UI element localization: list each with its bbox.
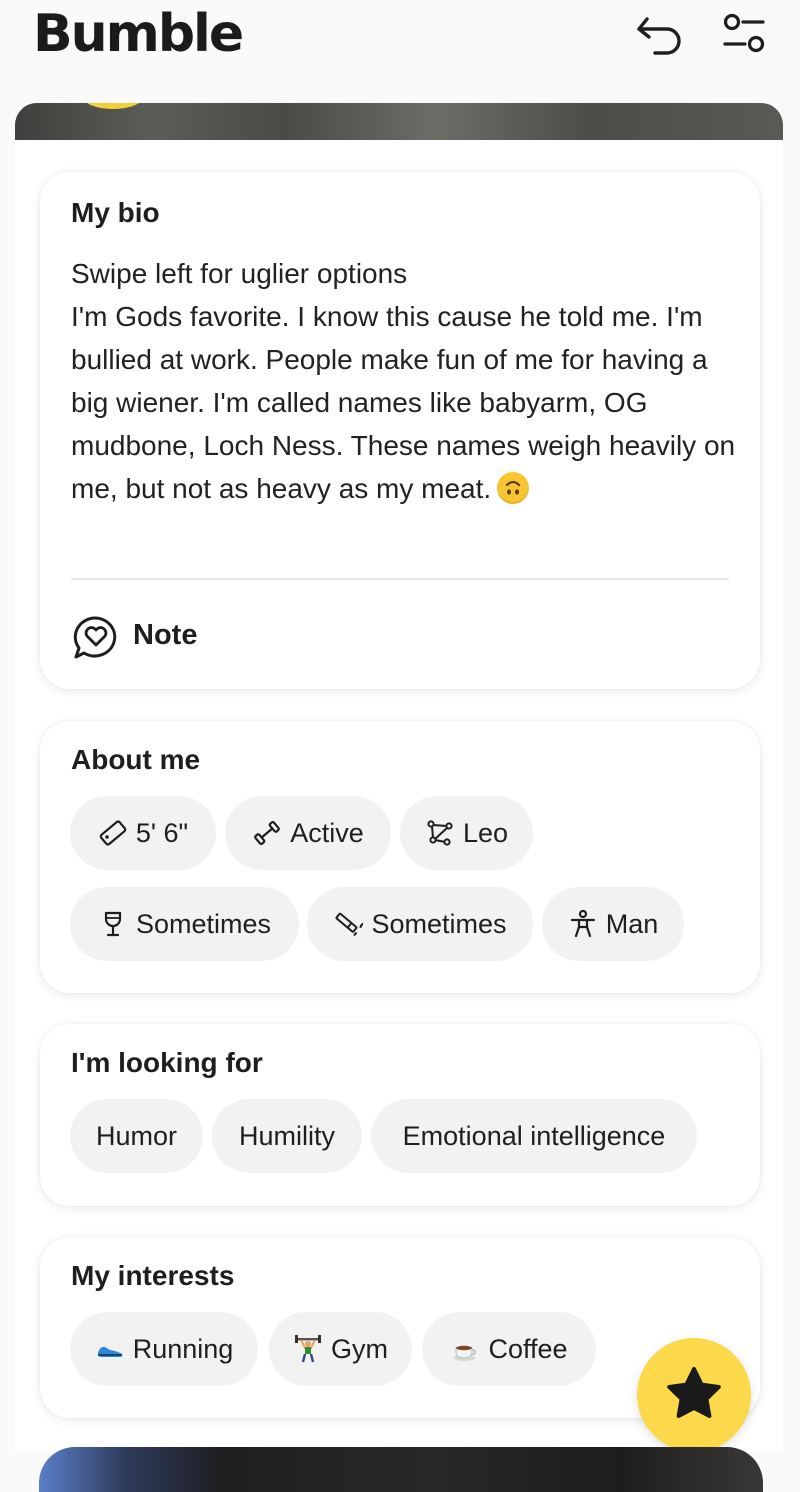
looking-title: I'm looking for xyxy=(71,1047,263,1078)
superswipe-button[interactable] xyxy=(637,1338,751,1452)
profile-photo-top[interactable] xyxy=(15,103,783,140)
chip-label: Sometimes xyxy=(371,908,507,939)
filter-button[interactable] xyxy=(717,10,771,60)
filter-sliders-icon xyxy=(723,13,765,53)
chip-height[interactable]: 5' 6" xyxy=(70,796,216,870)
ruler-icon xyxy=(99,820,127,846)
zodiac-icon xyxy=(427,820,453,846)
chip-label: Man xyxy=(605,908,659,939)
chip-coffee[interactable]: Coffee xyxy=(422,1312,596,1386)
note-button[interactable]: Note xyxy=(71,610,291,666)
chip-emotional-intelligence[interactable]: Emotional intelligence xyxy=(371,1099,697,1173)
upside-down-face-icon xyxy=(497,472,530,504)
interests-title: My interests xyxy=(71,1260,235,1291)
chip-label: Humor xyxy=(95,1120,177,1151)
chip-humility[interactable]: Humility xyxy=(212,1099,362,1173)
heart-chat-icon xyxy=(73,616,117,659)
chip-label: 5' 6" xyxy=(135,817,189,848)
running-shoe-icon xyxy=(97,1346,122,1357)
about-title: About me xyxy=(71,744,201,775)
chip-label: Sometimes xyxy=(135,908,272,939)
star-icon xyxy=(667,1367,721,1418)
app-logo: Bumble xyxy=(33,4,244,64)
chip-gender[interactable]: Man xyxy=(542,887,684,961)
divider xyxy=(71,578,729,580)
about-me-card: About me 5' 6" Active Leo Sometimes Some… xyxy=(40,721,760,993)
chip-label: Active xyxy=(290,817,364,848)
dumbbell-icon xyxy=(254,820,281,846)
note-label: Note xyxy=(133,619,198,651)
chip-smoking[interactable]: Sometimes xyxy=(307,887,533,961)
chip-zodiac[interactable]: Leo xyxy=(400,796,533,870)
chip-humor[interactable]: Humor xyxy=(70,1099,203,1173)
person-icon xyxy=(570,909,595,938)
coffee-cup-icon xyxy=(453,1345,477,1361)
bio-title: My bio xyxy=(71,197,160,228)
chip-gym[interactable]: Gym xyxy=(269,1312,412,1386)
chip-label: Emotional intelligence xyxy=(402,1120,666,1151)
cigarette-icon xyxy=(335,912,364,937)
bio-body: Swipe left for uglier options I'm Gods f… xyxy=(71,252,741,510)
wine-glass-icon xyxy=(104,911,122,937)
chip-label: Coffee xyxy=(488,1333,568,1364)
bio-text: Swipe left for uglier options I'm Gods f… xyxy=(71,258,736,504)
chip-label: Gym xyxy=(331,1333,388,1364)
chip-drinking[interactable]: Sometimes xyxy=(70,887,299,961)
looking-for-card: I'm looking for Humor Humility Emotional… xyxy=(40,1024,760,1206)
weightlifter-icon xyxy=(295,1335,321,1363)
chip-running[interactable]: Running xyxy=(70,1312,258,1386)
chip-label: Running xyxy=(132,1333,234,1364)
profile-photo-next[interactable] xyxy=(39,1447,763,1492)
badge-partial xyxy=(83,103,143,109)
top-bar: Bumble xyxy=(0,0,800,100)
bio-card: My bio Swipe left for uglier options I'm… xyxy=(40,172,760,689)
chip-label: Leo xyxy=(462,817,509,848)
undo-icon xyxy=(637,17,681,55)
chip-label: Humility xyxy=(238,1120,335,1151)
undo-button[interactable] xyxy=(633,10,687,60)
chip-exercise[interactable]: Active xyxy=(225,796,391,870)
